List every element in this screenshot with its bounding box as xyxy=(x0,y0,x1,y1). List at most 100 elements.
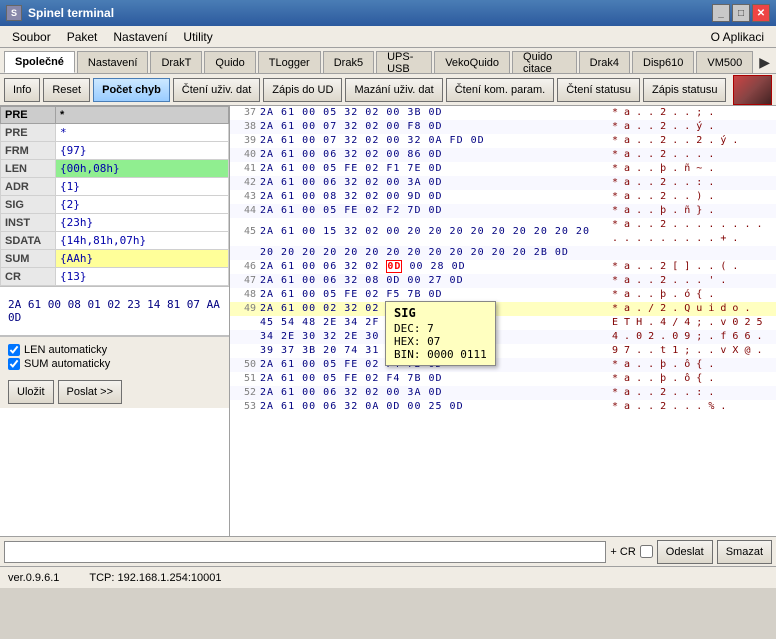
hex-bytes: 2A 61 00 05 FE 02 F4 7B 0D xyxy=(260,372,612,386)
bottom-hex-value: 2A 61 00 08 01 02 23 14 81 07 AA 0D xyxy=(8,298,221,324)
tab-ups-usb[interactable]: UPS-USB xyxy=(376,51,432,73)
row-number: 48 xyxy=(234,288,256,302)
btn-zapis-ud[interactable]: Zápis do UD xyxy=(263,78,342,102)
left-panel: PRE * PRE*FRM{97}LEN{00h,08h}ADR{1}SIG{2… xyxy=(0,106,230,536)
field-value-4[interactable]: {2} xyxy=(56,196,229,214)
ascii-col: * a . . þ . ô { . xyxy=(612,358,772,372)
hex-row: 432A 61 00 08 32 02 00 9D 0D* a . . 2 . … xyxy=(230,190,776,204)
hex-row: 502A 61 00 05 FE 02 F4 7B 0D* a . . þ . … xyxy=(230,358,776,372)
hex-bytes: 2A 61 00 06 32 02 00 3A 0D xyxy=(260,386,612,400)
send-input[interactable] xyxy=(4,541,606,563)
maximize-btn[interactable]: □ xyxy=(732,4,750,22)
field-label-0: PRE xyxy=(1,124,56,142)
tab-spolecne[interactable]: Společné xyxy=(4,51,75,73)
btn-pocet-chyb[interactable]: Počet chyb xyxy=(93,78,170,102)
row-number: 47 xyxy=(234,274,256,288)
hex-row: 522A 61 00 06 32 02 00 3A 0D* a . . 2 . … xyxy=(230,386,776,400)
ascii-col: * a . . þ . ñ ~ . xyxy=(612,162,772,176)
tab-vekoquido[interactable]: VekoQuido xyxy=(434,51,510,73)
ascii-col: * a . . 2 . . ý . xyxy=(612,120,772,134)
btn-odeslat[interactable]: Odeslat xyxy=(657,540,713,564)
hex-bytes: 2A 61 00 05 32 02 00 3B 0D xyxy=(260,106,612,120)
field-value-2[interactable]: {00h,08h} xyxy=(56,160,229,178)
menu-o-aplikaci[interactable]: O Aplikaci xyxy=(703,28,772,46)
close-btn[interactable]: ✕ xyxy=(752,4,770,22)
hex-bytes: 2A 61 00 15 32 02 00 20 20 20 20 20 20 2… xyxy=(260,225,612,239)
field-value-5[interactable]: {23h} xyxy=(56,214,229,232)
hex-row: 422A 61 00 06 32 02 00 3A 0D* a . . 2 . … xyxy=(230,176,776,190)
btn-ulozit[interactable]: Uložit xyxy=(8,380,54,404)
connection-label: TCP: 192.168.1.254:10001 xyxy=(89,572,221,584)
checkbox-sum-row: SUM automaticky xyxy=(8,358,221,370)
ascii-col: * a . / 2 . Q u i d o . xyxy=(612,302,772,316)
menu-bar: Soubor Paket Nastavení Utility O Aplikac… xyxy=(0,26,776,48)
tab-nav-right[interactable]: ▶ xyxy=(757,52,772,73)
menu-nastaveni[interactable]: Nastavení xyxy=(105,28,175,46)
row-number: 40 xyxy=(234,148,256,162)
field-value-7[interactable]: {AAh} xyxy=(56,250,229,268)
tab-drak4[interactable]: Drak4 xyxy=(579,51,630,73)
hex-row: 512A 61 00 05 FE 02 F4 7B 0D* a . . þ . … xyxy=(230,372,776,386)
hex-row: 462A 61 00 06 32 02 0D 00 28 0D* a . . 2… xyxy=(230,260,776,274)
btn-cteni-statusu[interactable]: Čtení statusu xyxy=(557,78,640,102)
menu-utility[interactable]: Utility xyxy=(175,28,220,46)
tab-disp610[interactable]: Disp610 xyxy=(632,51,694,73)
hex-bytes: 2A 61 00 08 32 02 00 9D 0D xyxy=(260,190,612,204)
input-bar: + CR Odeslat Smazat xyxy=(0,536,776,566)
tooltip-dec-label: DEC: xyxy=(394,322,421,335)
cr-checkbox[interactable] xyxy=(640,545,653,558)
ascii-col: * a . . 2 . . : . xyxy=(612,386,772,400)
window-controls: _ □ ✕ xyxy=(712,4,770,22)
field-label-1: FRM xyxy=(1,142,56,160)
field-value-6[interactable]: {14h,81h,07h} xyxy=(56,232,229,250)
field-value-1[interactable]: {97} xyxy=(56,142,229,160)
field-table: PRE * PRE*FRM{97}LEN{00h,08h}ADR{1}SIG{2… xyxy=(0,106,229,286)
btn-reset[interactable]: Reset xyxy=(43,78,90,102)
row-number: 37 xyxy=(234,106,256,120)
ascii-col: 9 7 . . t 1 ; . . v X @ . xyxy=(612,344,772,358)
hex-bytes: 2A 61 00 05 FE 02 F1 7E 0D xyxy=(260,162,612,176)
tab-tlogger[interactable]: TLogger xyxy=(258,51,321,73)
tab-nastaveni[interactable]: Nastavení xyxy=(77,51,149,73)
btn-poslat[interactable]: Poslat >> xyxy=(58,380,122,404)
field-label-7: SUM xyxy=(1,250,56,268)
hex-view-panel[interactable]: 372A 61 00 05 32 02 00 3B 0D* a . . 2 . … xyxy=(230,106,776,536)
hex-row: 41 2A 61 00 05 FE 02 F1 7E 0D* a . . þ . … xyxy=(230,162,776,176)
hex-row: 34 2E 30 32 2E 30 39 3B4 . 0 2 . 0 9 ; .… xyxy=(230,330,776,344)
checkbox-len[interactable] xyxy=(8,344,20,356)
title-bar: S Spinel terminal _ □ ✕ xyxy=(0,0,776,26)
hex-row: 452A 61 00 15 32 02 00 20 20 20 20 20 20… xyxy=(230,218,776,246)
btn-zapis-statusu[interactable]: Zápis statusu xyxy=(643,78,726,102)
checkbox-len-row: LEN automaticky xyxy=(8,344,221,356)
hex-row: 20 20 20 20 20 20 20 20 20 20 20 20 20 2… xyxy=(230,246,776,260)
bottom-hex-display: 2A 61 00 08 01 02 23 14 81 07 AA 0D xyxy=(0,286,229,336)
version-label: ver.0.9.6.1 xyxy=(8,572,59,584)
tab-quido-citace[interactable]: Quido citace xyxy=(512,51,577,73)
tab-drakt[interactable]: DrakT xyxy=(150,51,202,73)
col-header-value: * xyxy=(56,107,229,124)
field-value-8[interactable]: {13} xyxy=(56,268,229,286)
menu-paket[interactable]: Paket xyxy=(59,28,106,46)
row-number: 41 xyxy=(234,162,256,176)
tab-drak5[interactable]: Drak5 xyxy=(323,51,374,73)
tooltip-box: SIG DEC: 7 HEX: 07 BIN: 0000 0111 xyxy=(385,301,496,366)
tooltip-bin: BIN: 0000 0111 xyxy=(394,348,487,361)
minimize-btn[interactable]: _ xyxy=(712,4,730,22)
field-label-8: CR xyxy=(1,268,56,286)
tab-vm500[interactable]: VM500 xyxy=(696,51,753,73)
tab-quido[interactable]: Quido xyxy=(204,51,255,73)
field-value-0[interactable]: * xyxy=(56,124,229,142)
btn-info[interactable]: Info xyxy=(4,78,40,102)
ascii-col: * a . . 2 . . ) . xyxy=(612,190,772,204)
hex-bytes: 2A 61 00 06 32 08 0D 00 27 0D xyxy=(260,274,612,288)
btn-cteni-uziv-dat[interactable]: Čtení uživ. dat xyxy=(173,78,261,102)
hex-bytes: 2A 61 00 06 32 02 00 86 0D xyxy=(260,148,612,162)
checkbox-sum[interactable] xyxy=(8,358,20,370)
btn-smazat[interactable]: Smazat xyxy=(717,540,772,564)
window-title: Spinel terminal xyxy=(28,6,114,20)
btn-mazani-uziv-dat[interactable]: Mazání uživ. dat xyxy=(345,78,442,102)
field-value-3[interactable]: {1} xyxy=(56,178,229,196)
menu-soubor[interactable]: Soubor xyxy=(4,28,59,46)
ascii-col: * a . . þ . ó { . xyxy=(612,288,772,302)
btn-cteni-kom-param[interactable]: Čtení kom. param. xyxy=(446,78,554,102)
